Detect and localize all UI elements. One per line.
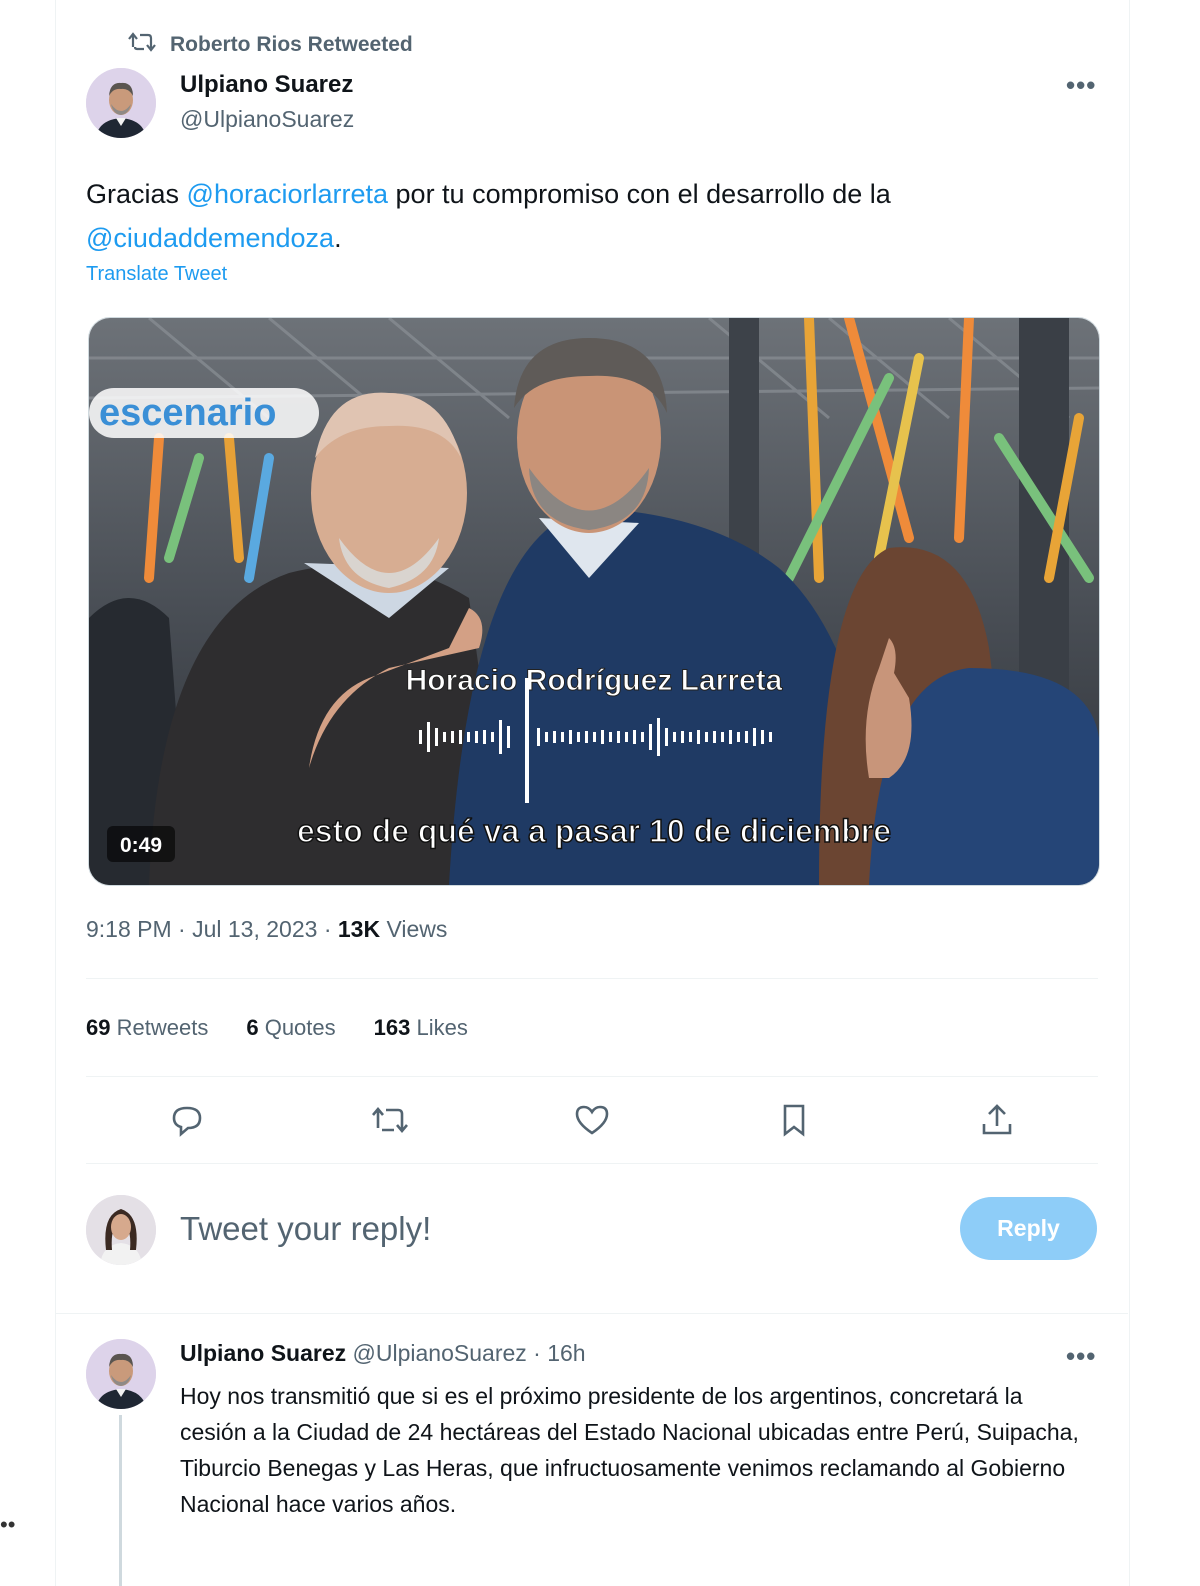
current-user-avatar[interactable] [86, 1195, 156, 1265]
retweets-stat[interactable]: 69 Retweets [86, 1015, 208, 1041]
author-handle[interactable]: @UlpianoSuarez [180, 106, 354, 133]
reply-author-avatar[interactable] [86, 1339, 156, 1409]
mention-horaciorlarreta[interactable]: @horaciorlarreta [187, 179, 389, 209]
author-avatar[interactable] [86, 68, 156, 138]
reply-author-handle[interactable]: @UlpianoSuarez [353, 1340, 527, 1366]
reply-button[interactable]: Reply [960, 1197, 1097, 1260]
reply-input[interactable]: Tweet your reply! [180, 1210, 431, 1248]
divider [86, 1163, 1098, 1164]
likes-label: Likes [416, 1015, 468, 1040]
tweet-action-bar [86, 1090, 1098, 1150]
reply-tweet-text: Hoy nos transmitió que si es el próximo … [180, 1383, 1079, 1517]
divider [55, 1313, 1128, 1314]
video-subtitle: esto de qué va a pasar 10 de diciembre [297, 813, 891, 849]
quotes-stat[interactable]: 6 Quotes [246, 1015, 335, 1041]
reply-more-options-icon[interactable]: ••• [1066, 1341, 1096, 1372]
video-caption-speaker: Horacio Rodríguez Larreta [406, 664, 783, 697]
views-count: 13K [337, 916, 381, 942]
tweet-meta: 9:18 PM · Jul 13, 2023 · 13K Views [86, 916, 447, 943]
share-icon[interactable] [967, 1090, 1027, 1150]
reply-author-name[interactable]: Ulpiano Suarez [180, 1340, 346, 1366]
tweet-text-middle: por tu compromiso con el desarrollo de l… [388, 179, 891, 209]
tweet-text: Gracias @horaciorlarreta por tu compromi… [86, 172, 1086, 260]
retweets-label: Retweets [116, 1015, 209, 1040]
reply-header: Ulpiano Suarez @UlpianoSuarez · 16h [180, 1340, 586, 1367]
tweet-text-after: . [334, 223, 342, 253]
tweet-text-before: Gracias [86, 179, 187, 209]
translate-tweet-link[interactable]: Translate Tweet [86, 263, 227, 286]
video-player[interactable]: escenario Horacio Rodríguez Larreta esto… [88, 317, 1100, 886]
video-logo: escenario [99, 392, 276, 434]
tweet-timestamp[interactable]: 9:18 PM · Jul 13, 2023 [86, 916, 317, 942]
video-duration: 0:49 [120, 834, 162, 857]
thread-connector [119, 1415, 122, 1586]
quotes-count: 6 [246, 1015, 259, 1040]
meta-separator: · [323, 916, 338, 942]
reply-time[interactable]: · 16h [533, 1340, 585, 1366]
mention-ciudaddemendoza[interactable]: @ciudaddemendoza [86, 223, 334, 253]
retweet-icon[interactable] [360, 1090, 420, 1150]
retweet-banner[interactable]: Roberto Rios Retweeted [128, 31, 413, 59]
author-name[interactable]: Ulpiano Suarez [180, 71, 353, 99]
views-label: Views [386, 916, 448, 942]
likes-stat[interactable]: 163 Likes [374, 1015, 468, 1041]
video-thumbnail: escenario Horacio Rodríguez Larreta esto… [89, 318, 1099, 885]
retweet-banner-text: Roberto Rios Retweeted [170, 33, 413, 56]
offscreen-more-icon[interactable]: •• [0, 1512, 15, 1538]
divider [86, 1076, 1098, 1077]
reply-icon[interactable] [157, 1090, 217, 1150]
quotes-label: Quotes [264, 1015, 336, 1040]
likes-count: 163 [373, 1015, 411, 1040]
tweet-stats: 69 Retweets 6 Quotes 163 Likes [86, 1015, 468, 1041]
divider [86, 978, 1098, 979]
like-icon[interactable] [562, 1090, 622, 1150]
bookmark-icon[interactable] [764, 1090, 824, 1150]
more-options-icon[interactable]: ••• [1066, 70, 1096, 101]
retweet-icon [128, 31, 156, 59]
retweets-count: 69 [86, 1015, 111, 1040]
